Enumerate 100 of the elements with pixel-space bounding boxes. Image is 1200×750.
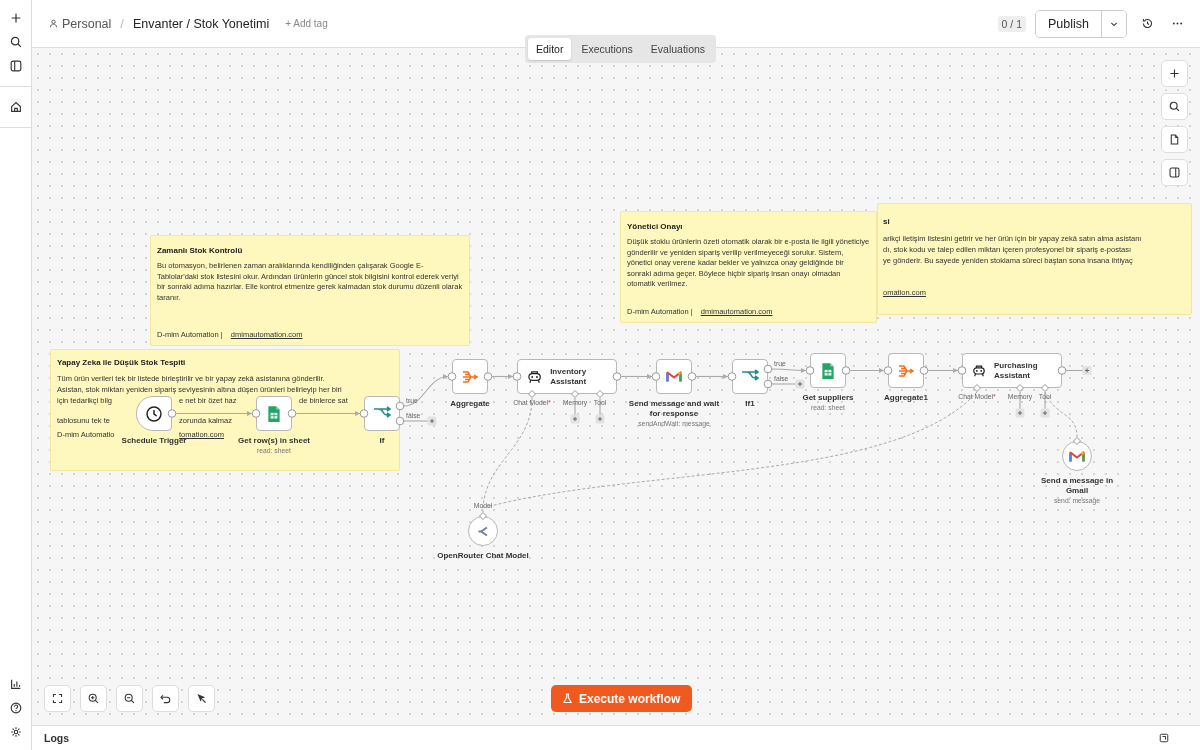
note-title: si [883, 217, 890, 226]
connection-port[interactable] [883, 366, 893, 375]
panel-toggle-button[interactable] [1161, 159, 1188, 186]
sticky-note[interactable] [50, 349, 400, 471]
connection-arrow [620, 374, 653, 379]
merge-arrows-icon [461, 368, 479, 385]
add-node-button[interactable] [570, 414, 580, 424]
settings-icon [8, 725, 23, 739]
search-icon [8, 35, 23, 49]
add-node-button[interactable] [795, 379, 805, 389]
view-tab[interactable]: Editor [528, 38, 572, 60]
breadcrumb-separator: / [120, 16, 124, 31]
add-node-button[interactable] [1015, 408, 1025, 418]
add-tag-link[interactable]: + Add tag [285, 18, 328, 29]
connection-line [403, 420, 429, 422]
connection-port[interactable] [1057, 366, 1067, 375]
connection-arrow [927, 368, 959, 373]
spreadsheet-icon [267, 404, 281, 423]
connection-port[interactable] [957, 366, 967, 375]
connection-port[interactable] [805, 366, 815, 375]
note-title: Zamanlı Stok Kontrolü [157, 246, 243, 255]
workflow-node[interactable]: Inventory Assistant [517, 359, 617, 394]
workflow-node[interactable] [364, 396, 400, 431]
connection-port[interactable] [447, 372, 457, 381]
node-label: Send a message in Gmail [1040, 476, 1114, 496]
merge-arrows-icon [897, 362, 915, 379]
node-label: If1 [745, 399, 755, 409]
connector-diamond[interactable] [1016, 384, 1024, 392]
connector-diamond[interactable] [571, 390, 579, 398]
fit-view-button[interactable] [44, 685, 71, 712]
connector-diamond[interactable] [973, 384, 981, 392]
workflow-node[interactable] [468, 516, 498, 546]
panel-icon [1168, 166, 1181, 179]
tidy-up-button[interactable] [188, 685, 215, 712]
zoom-out-button[interactable] [116, 685, 143, 712]
connection-port[interactable] [359, 409, 369, 418]
note-title: Yönetici Onayı [627, 222, 683, 231]
connector-diamond[interactable] [1041, 384, 1049, 392]
help-icon [8, 701, 23, 715]
workflow-node[interactable] [810, 353, 846, 388]
connection-arrow [695, 374, 729, 379]
connection-port[interactable] [841, 366, 851, 375]
node-label: If [379, 436, 385, 446]
chevron-routes-icon [477, 525, 489, 537]
node-label: Aggregate [450, 399, 490, 409]
clock-icon [145, 404, 163, 423]
add-node-button[interactable] [427, 416, 437, 426]
connection-port[interactable] [167, 409, 177, 418]
home-icon [8, 100, 23, 114]
zoom-out-icon [123, 692, 136, 705]
connection-port[interactable] [919, 366, 929, 375]
sticky-note[interactable] [620, 211, 877, 323]
search-icon [1168, 100, 1181, 113]
undo-icon [159, 692, 172, 705]
search-button[interactable] [1161, 93, 1188, 120]
sticky-note[interactable] [877, 203, 1192, 315]
connection-arrow [849, 368, 885, 373]
workflow-node[interactable] [656, 359, 692, 394]
connection-port[interactable] [251, 409, 261, 418]
workflow-name[interactable]: Envanter / Stok Yonetimi [132, 16, 270, 31]
connection-port[interactable] [651, 372, 661, 381]
flask-icon [561, 692, 574, 705]
connector-diamond[interactable] [479, 512, 487, 520]
connection-port[interactable] [512, 372, 522, 381]
connection-port[interactable] [687, 372, 697, 381]
connection-arrow [771, 368, 807, 373]
connector-diamond[interactable] [1073, 437, 1081, 445]
node-label: Send message and wait for response [627, 399, 721, 419]
zoom-in-button[interactable] [80, 685, 107, 712]
connection-port[interactable] [483, 372, 493, 381]
view-tab[interactable]: Evaluations [642, 38, 714, 60]
view-tab[interactable]: Executions [573, 38, 641, 60]
node-label: Schedule Trigger [121, 436, 187, 446]
node-label: OpenRouter Chat Model [437, 551, 529, 561]
connector-diamond[interactable] [596, 390, 604, 398]
sidebar-icon [8, 59, 23, 73]
zoom-in-icon [87, 692, 100, 705]
workflow-node[interactable] [256, 396, 292, 431]
logs-toggle-button[interactable] [1158, 732, 1170, 744]
workflow-node[interactable] [732, 359, 768, 394]
history-button[interactable] [1141, 17, 1154, 30]
connector-diamond[interactable] [528, 390, 536, 398]
connection-port[interactable] [727, 372, 737, 381]
add-node-button[interactable] [1161, 60, 1188, 87]
workflow-node[interactable] [888, 353, 924, 388]
logs-title[interactable]: Logs [44, 732, 1158, 744]
undo-button[interactable] [152, 685, 179, 712]
workflow-node[interactable] [1062, 441, 1092, 471]
project-link[interactable]: Personal [48, 16, 112, 31]
workflow-node[interactable] [452, 359, 488, 394]
connection-port[interactable] [287, 409, 297, 418]
sticky-note-button[interactable] [1161, 126, 1188, 153]
add-node-button[interactable] [1040, 408, 1050, 418]
workflow-node[interactable]: Purchasing Assistant [962, 353, 1062, 388]
add-node-button[interactable] [1082, 366, 1092, 375]
connection-line [1019, 391, 1021, 410]
connection-port[interactable] [612, 372, 622, 381]
add-node-button[interactable] [595, 414, 605, 424]
history-icon [1141, 17, 1154, 30]
sticky-note[interactable] [150, 235, 470, 346]
